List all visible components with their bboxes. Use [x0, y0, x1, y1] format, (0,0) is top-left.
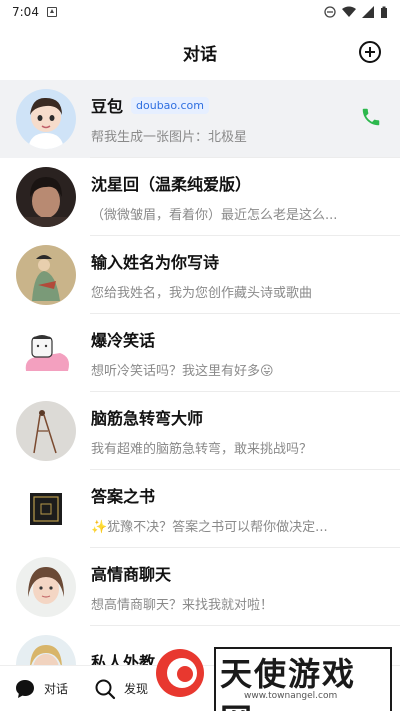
chat-name: 脑筋急转弯大师 [91, 409, 204, 428]
status-time: 7:04 [12, 5, 39, 19]
chat-preview: ✨犹豫不决？答案之书可以帮你做决定... [91, 520, 328, 535]
avatar [16, 89, 76, 149]
avatar [16, 245, 76, 305]
avatar [16, 635, 76, 669]
chat-item-doubao[interactable]: 豆包 doubao.com 帮我生成一张图片：北极星 [0, 80, 400, 158]
status-icons [324, 6, 388, 19]
phone-call-icon[interactable] [360, 106, 382, 128]
chat-preview: 想高情商聊天？来找我就对啦！ [91, 598, 274, 613]
wifi-icon [342, 6, 356, 17]
tab-label: 发现 [124, 682, 149, 696]
tab-discover[interactable]: 发现 [80, 678, 160, 700]
domain-badge: doubao.com [131, 96, 209, 114]
chat-item[interactable]: 答案之书 ✨犹豫不决？答案之书可以帮你做决定... [0, 470, 400, 548]
search-icon [95, 679, 116, 699]
header: 对话 [0, 24, 400, 80]
status-bar: 7:04 [0, 0, 400, 24]
chat-list: 豆包 doubao.com 帮我生成一张图片：北极星 沈星回（温柔纯爱版） （微… [0, 80, 400, 669]
watermark-logo-icon [156, 649, 204, 697]
chat-name: 答案之书 [91, 487, 156, 506]
chat-name: 沈星回（温柔纯爱版） [91, 175, 252, 194]
page-title: 对话 [183, 44, 217, 65]
chat-preview: 我有超难的脑筋急转弯，敢来挑战吗？ [91, 442, 313, 457]
chat-name: 爆冷笑话 [91, 331, 156, 350]
watermark-text: 天使游戏网 [220, 655, 357, 711]
avatar [16, 167, 76, 227]
chat-name: 输入姓名为你写诗 [91, 253, 220, 272]
battery-icon [381, 6, 387, 18]
add-chat-icon[interactable] [358, 40, 382, 64]
chat-preview: （微微皱眉，看着你）最近怎么老是这么... [91, 208, 338, 223]
chat-item[interactable]: 高情商聊天 想高情商聊天？来找我就对啦！ [0, 548, 400, 626]
chat-item[interactable]: 爆冷笑话 想听冷笑话吗？我这里有好多😛 [0, 314, 400, 392]
watermark-url: www.townangel.com [244, 691, 338, 701]
chat-preview: 想听冷笑话吗？我这里有好多😛 [91, 364, 274, 379]
chat-name: 豆包 [91, 97, 124, 116]
avatar [16, 557, 76, 617]
chat-preview: 您给我姓名，我为您创作藏头诗或歌曲 [91, 286, 313, 301]
chat-item[interactable]: 沈星回（温柔纯爱版） （微微皱眉，看着你）最近怎么老是这么... [0, 158, 400, 236]
tab-chat[interactable]: 对话 [0, 678, 80, 700]
avatar [16, 401, 76, 461]
signal-icon [362, 6, 374, 18]
dnd-icon [324, 6, 336, 18]
chat-name: 高情商聊天 [91, 565, 172, 584]
chat-item[interactable]: 脑筋急转弯大师 我有超难的脑筋急转弯，敢来挑战吗？ [0, 392, 400, 470]
notification-icon [46, 7, 57, 17]
avatar [16, 323, 76, 383]
chat-preview: 帮我生成一张图片：北极星 [91, 130, 248, 145]
chat-item[interactable]: 输入姓名为你写诗 您给我姓名，我为您创作藏头诗或歌曲 [0, 236, 400, 314]
avatar [16, 479, 76, 539]
watermark: 天使游戏网 www.townangel.com [152, 639, 392, 711]
tab-label: 对话 [44, 682, 69, 696]
chat-bubble-icon [16, 679, 34, 698]
